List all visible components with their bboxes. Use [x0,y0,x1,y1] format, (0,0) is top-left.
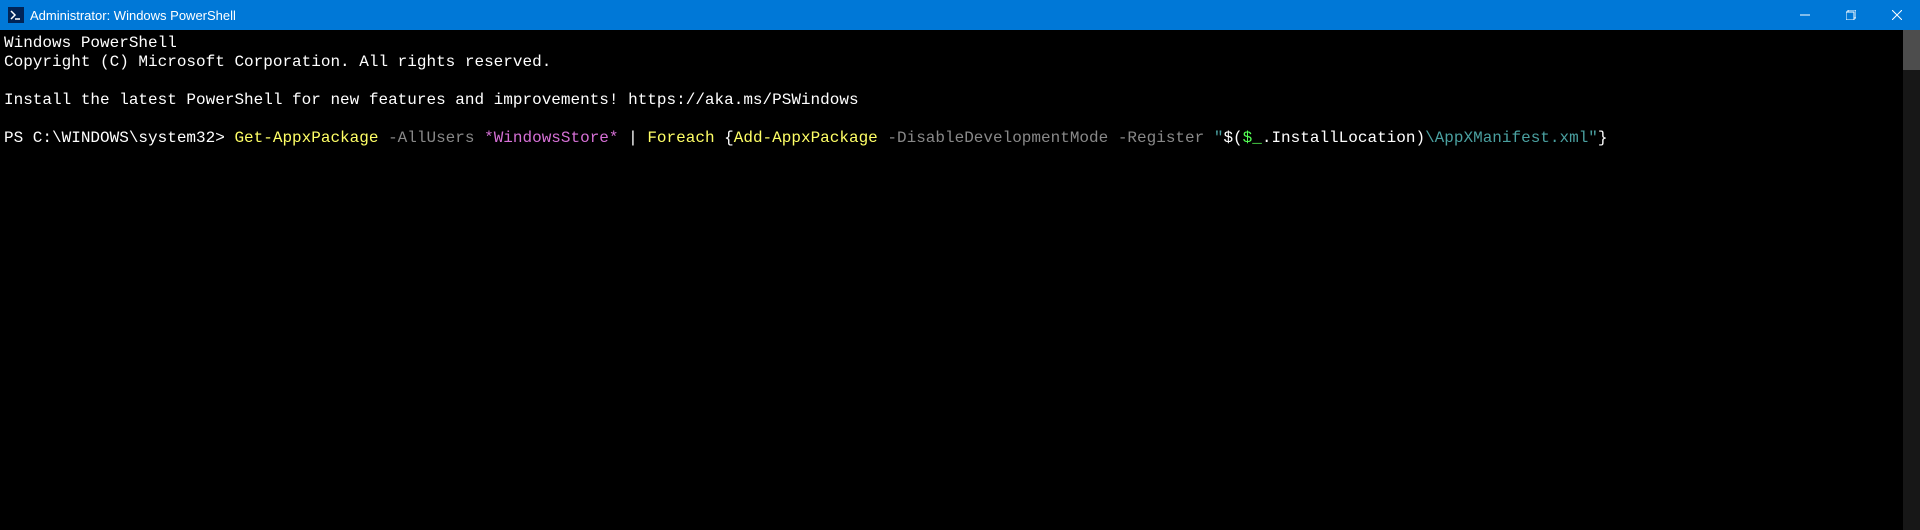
pipe-operator: | [619,129,648,147]
terminal-line: Copyright (C) Microsoft Corporation. All… [4,53,551,71]
member-access: .InstallLocation [1262,129,1416,147]
cmdlet: Add-AppxPackage [734,129,878,147]
terminal-output[interactable]: Windows PowerShell Copyright (C) Microso… [0,30,1903,530]
close-button[interactable] [1874,0,1920,30]
terminal-area: Windows PowerShell Copyright (C) Microso… [0,30,1920,530]
terminal-line: Windows PowerShell [4,34,177,52]
vertical-scrollbar[interactable] [1903,30,1920,530]
window-controls [1782,0,1920,30]
brace: { [715,129,734,147]
powershell-icon [8,7,24,23]
minimize-button[interactable] [1782,0,1828,30]
string: " [1204,129,1223,147]
subexpr-close: ) [1415,129,1425,147]
variable: $_ [1243,129,1262,147]
parameter: -AllUsers [378,129,474,147]
string: \AppXManifest.xml" [1425,129,1598,147]
parameter: -Register [1108,129,1204,147]
maximize-button[interactable] [1828,0,1874,30]
parameter: -DisableDevelopmentMode [878,129,1108,147]
window-title: Administrator: Windows PowerShell [30,8,236,23]
window-titlebar[interactable]: Administrator: Windows PowerShell [0,0,1920,30]
terminal-line: Install the latest PowerShell for new fe… [4,91,859,109]
cmdlet: Get-AppxPackage [234,129,378,147]
cmdlet: Foreach [647,129,714,147]
prompt: PS C:\WINDOWS\system32> [4,129,234,147]
scrollbar-thumb[interactable] [1903,30,1920,70]
argument: *WindowsStore* [474,129,618,147]
subexpr-open: $( [1223,129,1242,147]
brace: } [1598,129,1608,147]
